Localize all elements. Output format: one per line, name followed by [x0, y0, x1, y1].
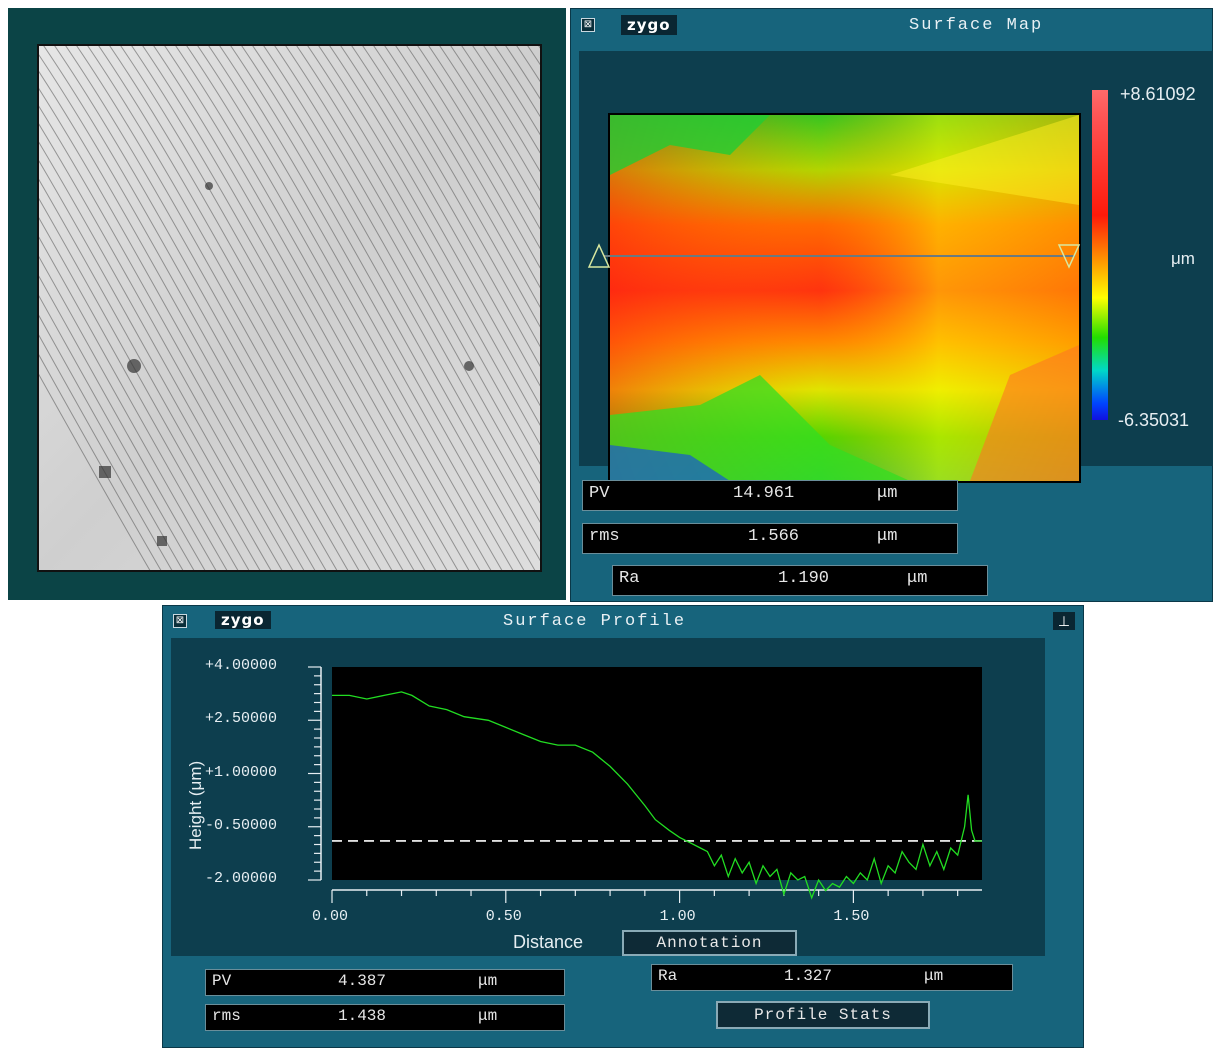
profile-pv-label: PV: [212, 972, 232, 990]
y-axis-label: Height (μm): [186, 760, 205, 850]
profile-pv-field: PV 4.387 μm: [205, 969, 565, 996]
y-tick-label: +1.00000: [205, 763, 278, 781]
y-tick-label: +4.00000: [205, 657, 278, 674]
profile-ra-field: Ra 1.327 μm: [651, 964, 1013, 991]
x-axis-label: Distance: [513, 932, 584, 952]
profile-rms-value: 1.438: [338, 1007, 387, 1025]
profile-rms-label: rms: [212, 1007, 241, 1025]
y-tick-label: +2.50000: [205, 710, 278, 728]
x-tick-label: 0.50: [485, 908, 522, 925]
profile-pv-value: 4.387: [338, 972, 387, 990]
profile-ra-unit: μm: [924, 967, 944, 985]
y-tick-label: -2.00000: [205, 870, 278, 887]
annotation-button[interactable]: Annotation: [622, 930, 797, 956]
profile-chart: [308, 666, 982, 903]
profile-ra-value: 1.327: [784, 967, 833, 985]
x-tick-label: 1.00: [659, 908, 696, 925]
profile-stats-button[interactable]: Profile Stats: [716, 1001, 930, 1029]
y-tick-label: -0.50000: [205, 816, 278, 834]
profile-rms-field: rms 1.438 μm: [205, 1004, 565, 1031]
x-tick-label: 0.00: [312, 908, 349, 925]
profile-pv-unit: μm: [478, 972, 498, 990]
profile-rms-unit: μm: [478, 1007, 498, 1025]
profile-ra-label: Ra: [658, 967, 678, 985]
x-tick-label: 1.50: [833, 908, 870, 925]
profile-trace-line: [332, 691, 982, 900]
